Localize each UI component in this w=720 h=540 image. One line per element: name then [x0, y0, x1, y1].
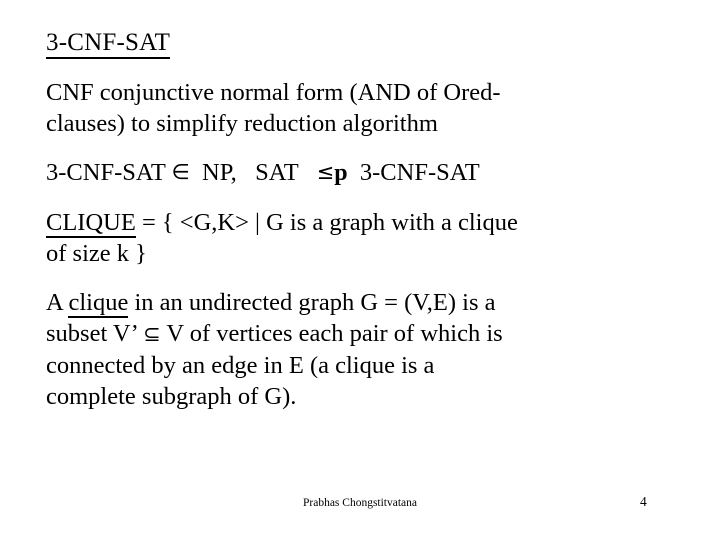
complexity-part-1: 3-CNF-SAT [46, 159, 166, 186]
clique-set-line-2: of size k } [46, 240, 147, 267]
definition-line-2: clauses) to simplify reduction algorithm [46, 110, 438, 137]
complexity-part-2: NP, [202, 159, 237, 186]
clique-term-heading: CLIQUE [46, 209, 136, 238]
page-number: 4 [640, 494, 647, 509]
element-of-icon: ∈ [171, 160, 190, 184]
polynomial-p-label: p [334, 160, 348, 186]
clique-description-line-3: connected by an edge in E (a clique is a [46, 352, 435, 379]
complexity-part-4: 3-CNF-SAT [359, 159, 480, 186]
clique-description-line-2: subset V’ ⊆ V of vertices each pair of w… [46, 318, 686, 350]
clique-description-line-1-rest: in an undirected graph G = (V,E) is a [128, 289, 496, 316]
clique-description-line-2-rest: V of vertices each pair of which is [160, 320, 503, 347]
clique-description-line-2-pre: subset V’ [46, 320, 144, 347]
complexity-part-3: SAT [255, 159, 299, 186]
definition-line-1: CNF conjunctive normal form (AND of Ored… [46, 79, 501, 106]
subset-of-icon: ⊆ [143, 322, 161, 346]
definition-paragraph: CNF conjunctive normal form (AND of Ored… [46, 77, 686, 139]
clique-term-inline: clique [68, 289, 129, 318]
clique-set-definition: CLIQUE = { <G,K> | G is a graph with a c… [46, 207, 686, 269]
clique-set-line-1-rest: = { <G,K> | G is a graph with a clique [135, 209, 518, 236]
clique-description-pre: A [46, 289, 69, 316]
slide-canvas: 3-CNF-SAT CNF conjunctive normal form (A… [0, 0, 720, 540]
clique-description: A clique in an undirected graph G = (V,E… [46, 287, 686, 412]
slide-title: 3-CNF-SAT [46, 26, 686, 59]
clique-set-line-1: CLIQUE = { <G,K> | G is a graph with a c… [46, 207, 686, 238]
footer-author: Prabhas Chongstitvatana [302, 497, 418, 509]
less-than-or-equal-icon: ≤ [316, 160, 335, 184]
slide-body: 3-CNF-SAT CNF conjunctive normal form (A… [46, 26, 686, 412]
clique-description-line-1: A clique in an undirected graph G = (V,E… [46, 287, 686, 318]
page-title: 3-CNF-SAT [46, 29, 171, 59]
clique-description-line-4: complete subgraph of G). [46, 383, 297, 410]
complexity-statement: 3-CNF-SAT ∈ NP, SAT ≤p 3-CNF-SAT [46, 157, 686, 189]
